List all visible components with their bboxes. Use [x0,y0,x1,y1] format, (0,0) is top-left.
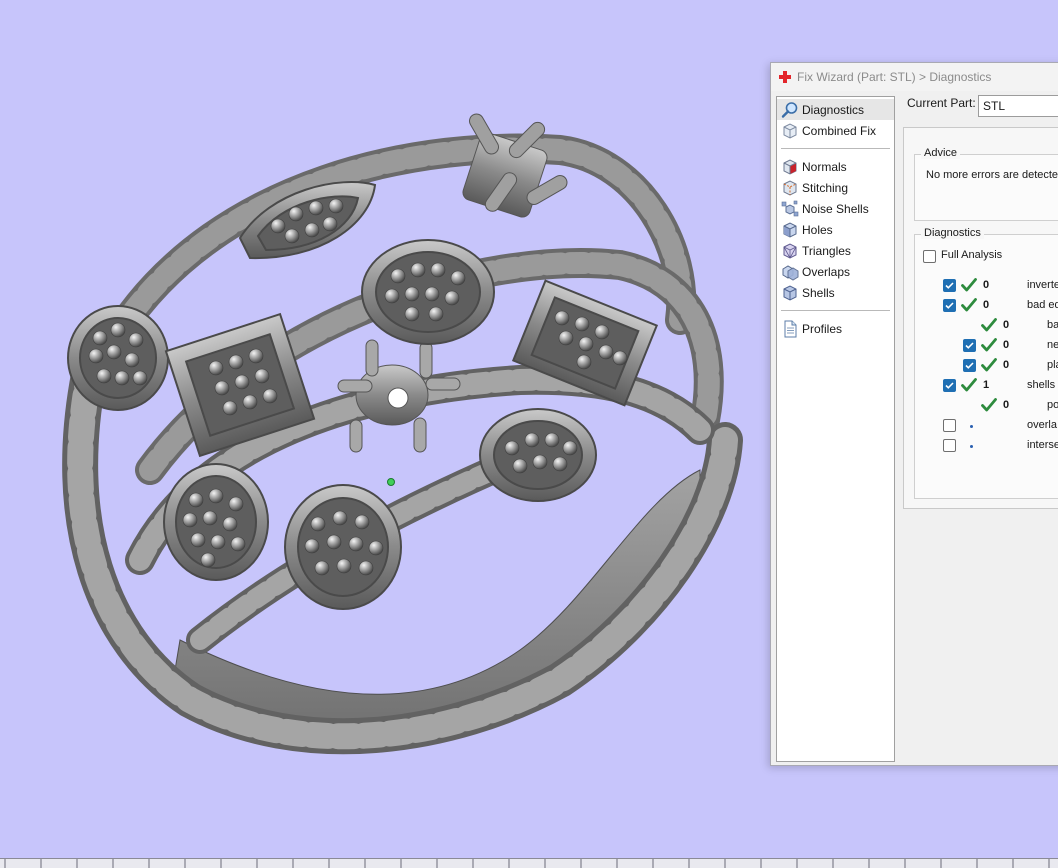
nav-label-normals: Normals [802,159,847,174]
shells-cube-icon [783,284,797,301]
nav-label-noise-shells: Noise Shells [802,201,869,216]
overlaps-cube-icon [782,264,799,281]
row-label: po [1047,399,1058,411]
nav-label-holes: Holes [802,222,833,237]
green-check-icon [981,358,997,372]
triangles-cube-icon [783,242,797,259]
current-part-field[interactable]: STL [978,95,1058,117]
row-count: 0 [1003,339,1010,351]
current-part-label: Current Part: [907,96,976,110]
row-checkbox[interactable] [943,419,956,432]
advice-title: Advice [921,147,961,159]
green-check-icon [961,278,977,292]
advice-text: No more errors are detected [926,169,1058,181]
normals-cube-icon [783,158,797,175]
row-count: 0 [983,299,990,311]
row-checkbox[interactable] [943,379,956,392]
nav-label-triangles: Triangles [802,243,851,258]
nav-separator [781,310,890,311]
nav-item-holes[interactable]: Holes [777,219,894,240]
stitching-cube-icon [783,179,797,196]
row-label: ne [1047,339,1058,351]
pending-dot-icon [970,425,973,428]
row-count: 0 [1003,319,1010,331]
green-check-icon [961,298,977,312]
document-icon [784,320,797,337]
nav-label-overlaps: Overlaps [802,264,851,279]
row-label: inverte [1027,279,1058,291]
row-label: bad ed [1027,299,1058,311]
row-checkbox[interactable] [943,299,956,312]
nav-item-stitching[interactable]: Stitching [777,177,894,198]
nav-separator [781,148,890,149]
row-count: 1 [983,379,990,391]
row-count: 0 [1003,399,1010,411]
row-count: 0 [983,279,990,291]
nav-item-diagnostics[interactable]: Diagnostics [777,99,894,120]
diagnostics-panel: Advice No more errors are detected Diagn… [903,127,1058,509]
nav-label-combined-fix: Combined Fix [802,123,877,138]
green-check-icon [961,378,977,392]
magnifier-icon [781,101,798,118]
full-analysis-checkbox[interactable] [923,250,936,263]
row-checkbox[interactable] [963,359,976,372]
nav-item-overlaps[interactable]: Overlaps [777,261,894,282]
green-check-icon [981,318,997,332]
row-checkbox[interactable] [943,279,956,292]
row-count: 0 [1003,359,1010,371]
row-checkbox[interactable] [943,439,956,452]
pending-dot-icon [970,445,973,448]
holes-cube-icon [783,221,797,238]
wizard-nav: Diagnostics Combined Fix Normals Stitchi… [776,96,895,762]
diagnostics-title: Diagnostics [921,227,984,239]
row-label: pla [1047,359,1058,371]
row-label: shells c [1027,379,1058,391]
green-check-icon [981,398,997,412]
fix-wizard-dialog: Fix Wizard (Part: STL) > Diagnostics Dia… [770,62,1058,766]
row-label: overla [1027,419,1057,431]
green-check-icon [981,338,997,352]
nav-item-normals[interactable]: Normals [777,156,894,177]
nav-label-stitching: Stitching [802,180,849,195]
nav-item-combined-fix[interactable]: Combined Fix [777,120,894,141]
nav-item-profiles[interactable]: Profiles [777,318,894,339]
full-analysis-label: Full Analysis [941,249,1003,261]
noise-shells-icon [781,200,799,216]
cube-icon [783,122,797,139]
diagnostics-group: Diagnostics Full Analysis 0 inverte 0 ba… [914,227,1058,499]
row-checkbox[interactable] [963,339,976,352]
nav-item-shells[interactable]: Shells [777,282,894,303]
red-cross-icon [779,71,791,83]
dialog-titlebar[interactable]: Fix Wizard (Part: STL) > Diagnostics [771,63,1058,91]
row-label: interse [1027,439,1058,451]
bottom-ruler [0,858,1058,868]
dialog-title: Fix Wizard (Part: STL) > Diagnostics [797,70,992,84]
nav-label-shells: Shells [802,285,835,300]
nav-label-profiles: Profiles [802,321,843,336]
nav-item-noise-shells[interactable]: Noise Shells [777,198,894,219]
nav-label-diagnostics: Diagnostics [802,102,865,117]
nav-item-triangles[interactable]: Triangles [777,240,894,261]
row-label: ba [1047,319,1058,331]
advice-group: Advice No more errors are detected [914,147,1058,221]
